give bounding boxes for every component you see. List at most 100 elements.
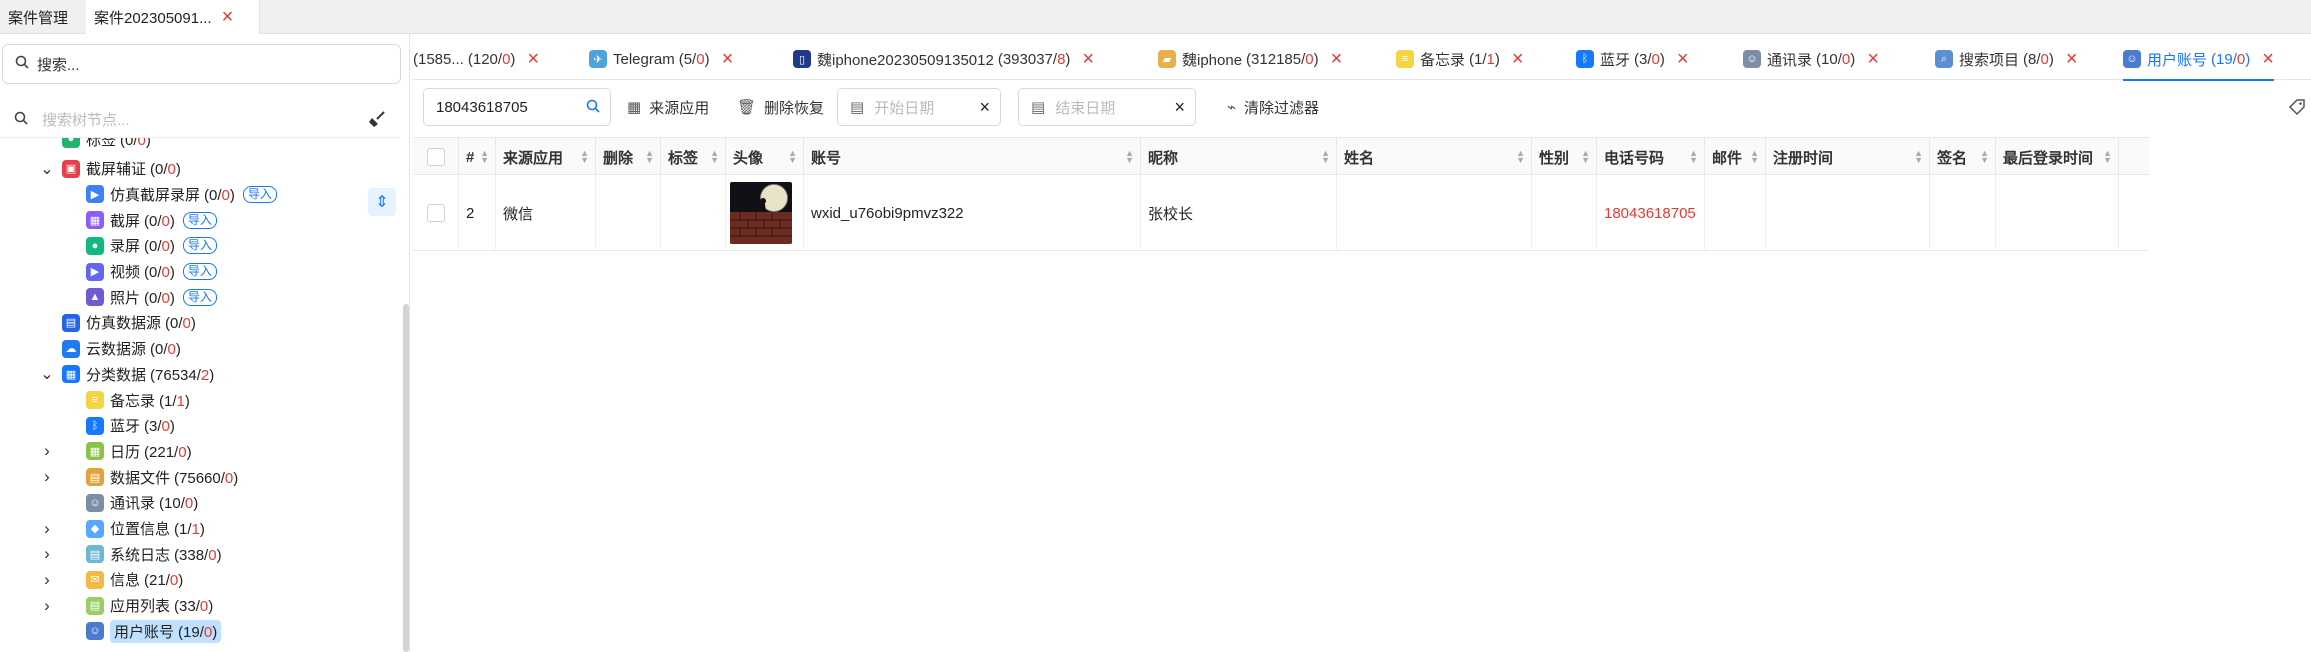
close-icon[interactable]: × [1867, 49, 1879, 69]
sort-icon[interactable]: ▲ ▼ [1581, 149, 1590, 165]
app-tab-case[interactable]: 案件202305091... × [86, 0, 260, 34]
chevron-right-icon[interactable]: › [40, 467, 54, 487]
search-input[interactable]: 搜索... [2, 44, 401, 84]
chevron-down-icon[interactable]: ⌄ [40, 159, 54, 179]
search-icon[interactable] [586, 99, 600, 117]
column-header[interactable]: 头像 ▲ ▼ [726, 138, 804, 176]
tree-node[interactable]: ● 录屏 (0/0) 导入 [86, 234, 217, 258]
tree-node[interactable]: ≡ 备忘录 (1/1) [86, 388, 190, 412]
tree-node[interactable]: ☺ 通讯录 (10/0) [86, 491, 198, 515]
tree-node[interactable]: › ◆ 位置信息 (1/1) [44, 517, 205, 541]
content-tab[interactable]: ☺ 用户账号 (19/0) × [2123, 38, 2274, 81]
table-row[interactable]: 2 微信 wxid_u76obi9pmvz322 张校长 18043618705 [413, 175, 2149, 251]
content-tab[interactable]: ▰ 魏iphone (312185/0) × [1158, 38, 1342, 80]
collapse-all-icon[interactable]: ⇕ [368, 188, 396, 216]
row-checkbox[interactable] [426, 204, 445, 222]
source-app-button[interactable]: ▦ 来源应用 [627, 88, 709, 126]
tree-node[interactable]: › ▤ 数据文件 (75660/0) [44, 465, 238, 489]
clear-filter-button[interactable]: ⌁ 清除过滤器 [1227, 88, 1319, 126]
column-header[interactable]: 标签 ▲ ▼ [661, 138, 726, 176]
broom-icon[interactable] [368, 110, 386, 133]
sort-icon[interactable]: ▲ ▼ [645, 149, 654, 165]
close-icon[interactable]: × [2262, 49, 2274, 69]
sort-icon[interactable]: ▲ ▼ [2103, 149, 2112, 165]
start-date-input[interactable]: ▤ 开始日期 × [837, 88, 1001, 126]
tag-icon[interactable] [2288, 98, 2306, 121]
chevron-down-icon[interactable]: ⌄ [40, 364, 54, 384]
tree-node[interactable]: › ✉ 信息 (21/0) [44, 568, 183, 592]
sort-icon[interactable]: ▲ ▼ [1750, 149, 1759, 165]
close-icon[interactable]: × [222, 7, 234, 27]
close-icon[interactable]: × [1082, 49, 1094, 69]
tree-node[interactable]: ☁ 云数据源 (0/0) [62, 337, 181, 361]
chevron-right-icon[interactable]: › [40, 570, 54, 590]
column-header[interactable]: 账号 ▲ ▼ [804, 138, 1141, 176]
tree-node[interactable]: › ▦ 日历 (221/0) [44, 439, 191, 463]
import-badge[interactable]: 导入 [182, 263, 217, 280]
content-tab[interactable]: ▯ 魏iphone20230509135012 (393037/8) × [793, 38, 1094, 80]
column-header[interactable]: 姓名 ▲ ▼ [1337, 138, 1532, 176]
sort-icon[interactable]: ▲ ▼ [788, 149, 797, 165]
select-all-checkbox[interactable] [426, 148, 445, 166]
sort-icon[interactable]: ▲ ▼ [580, 149, 589, 165]
tree-search-input[interactable]: 搜索树节点... [0, 102, 400, 138]
tree-node[interactable]: › ▤ 系统日志 (338/0) [44, 542, 221, 566]
tree-node[interactable]: ☺ 用户账号 (19/0) [86, 619, 222, 643]
chevron-right-icon[interactable]: › [40, 441, 54, 461]
column-header[interactable]: 性别 ▲ ▼ [1532, 138, 1597, 176]
content-tab[interactable]: ᛒ 蓝牙 (3/0) × [1576, 38, 1689, 80]
column-header[interactable]: 邮件 ▲ ▼ [1705, 138, 1766, 176]
close-icon[interactable]: × [2066, 49, 2078, 69]
clear-icon[interactable]: × [979, 97, 990, 118]
column-header[interactable]: # ▲ ▼ [459, 138, 496, 176]
import-badge[interactable]: 导入 [182, 288, 217, 306]
tree-scrollbar[interactable] [403, 304, 409, 652]
sort-icon[interactable]: ▲ ▼ [1689, 149, 1698, 165]
sort-icon[interactable]: ▲ ▼ [1321, 149, 1330, 165]
import-badge[interactable]: 导入 [242, 185, 277, 203]
close-icon[interactable]: × [527, 49, 539, 69]
column-header[interactable]: 签名 ▲ ▼ [1930, 138, 1996, 176]
content-tab[interactable]: ✈ Telegram (5/0) × [589, 38, 733, 80]
content-tab[interactable]: ☺ 通讯录 (10/0) × [1743, 38, 1879, 80]
sort-icon[interactable]: ▲ ▼ [480, 149, 489, 165]
tree-node[interactable]: › ▤ 应用列表 (33/0) [44, 594, 213, 618]
import-badge[interactable]: 导入 [182, 211, 217, 229]
tree-node[interactable]: ▲ 照片 (0/0) 导入 [86, 285, 217, 309]
content-tab[interactable]: ⌕ 搜索项目 (8/0) × [1935, 38, 2078, 80]
close-icon[interactable]: × [722, 49, 734, 69]
sort-icon[interactable]: ▲ ▼ [1516, 149, 1525, 165]
sort-icon[interactable]: ▲ ▼ [1980, 149, 1989, 165]
close-icon[interactable]: × [1331, 49, 1343, 69]
content-tab[interactable]: (1585... (120/0) × [413, 38, 539, 80]
delete-restore-button[interactable]: 🗑 删除恢复 [737, 88, 824, 126]
content-tab[interactable]: ≡ 备忘录 (1/1) × [1396, 38, 1524, 80]
sort-icon[interactable]: ▲ ▼ [1125, 149, 1134, 165]
column-header[interactable]: 最后登录时间 ▲ ▼ [1996, 138, 2119, 176]
column-header[interactable]: 来源应用 ▲ ▼ [496, 138, 596, 176]
column-header[interactable]: 删除 ▲ ▼ [596, 138, 661, 176]
tree-node[interactable]: ⌄ ▣ 截屏辅证 (0/0) [40, 157, 181, 181]
column-header[interactable]: 注册时间 ▲ ▼ [1766, 138, 1930, 176]
tree-node[interactable]: ▶ 视频 (0/0) 导入 [86, 260, 217, 284]
chevron-right-icon[interactable]: › [40, 519, 54, 539]
chevron-right-icon[interactable]: › [40, 544, 54, 564]
tree-node[interactable]: ● 标签 (0/0) [62, 138, 151, 151]
app-tab-case-management[interactable]: 案件管理 [0, 0, 86, 34]
close-icon[interactable]: × [1512, 49, 1524, 69]
column-header[interactable]: 电话号码 ▲ ▼ [1597, 138, 1705, 176]
sort-icon[interactable]: ▲ ▼ [710, 149, 719, 165]
close-icon[interactable]: × [1677, 49, 1689, 69]
tree-node[interactable]: ᛒ 蓝牙 (3/0) [86, 414, 175, 438]
tree-node[interactable]: ⌄ ▦ 分类数据 (76534/2) [40, 362, 214, 386]
sort-icon[interactable]: ▲ ▼ [1914, 149, 1923, 165]
chevron-right-icon[interactable]: › [40, 596, 54, 616]
clear-icon[interactable]: × [1174, 97, 1185, 118]
avatar[interactable] [730, 182, 792, 244]
import-badge[interactable]: 导入 [182, 237, 217, 255]
phone-search-input[interactable]: 18043618705 [423, 88, 611, 126]
column-header[interactable]: 昵称 ▲ ▼ [1141, 138, 1337, 176]
tree-node[interactable]: ▤ 仿真数据源 (0/0) [62, 311, 196, 335]
tree-node[interactable]: ▶ 仿真截屏录屏 (0/0) 导入 [86, 182, 277, 206]
tree-node[interactable]: ▦ 截屏 (0/0) 导入 [86, 208, 217, 232]
